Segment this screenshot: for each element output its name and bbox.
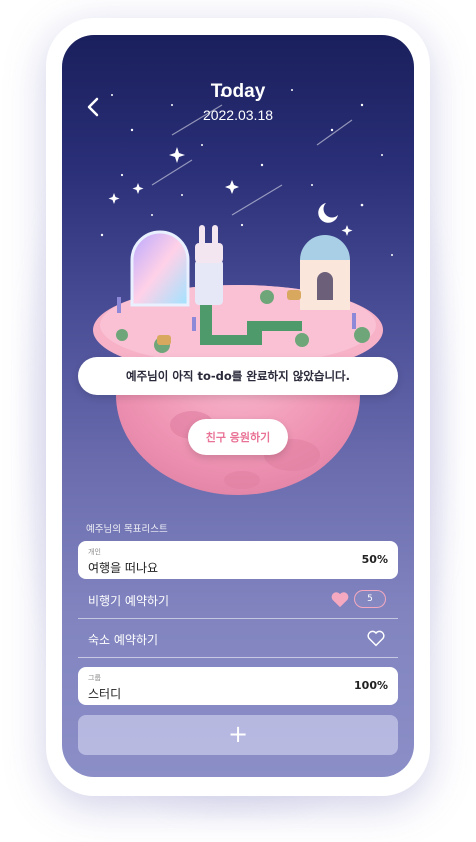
task-label: 비행기 예약하기	[88, 594, 170, 608]
goal-card-personal[interactable]: 개인 여행을 떠나요 50%	[78, 541, 398, 579]
heart-outline-icon[interactable]	[366, 629, 386, 647]
add-goal-button[interactable]: +	[78, 715, 398, 755]
goal-name: 여행을 떠나요	[88, 561, 159, 575]
goal-card-group[interactable]: 그룹 스터디 100%	[78, 667, 398, 705]
goal-tag: 개인	[88, 548, 101, 556]
goal-list-title: 예주님의 목표리스트	[86, 524, 168, 535]
task-item[interactable]: 숙소 예약하기	[78, 619, 398, 658]
page-date: 2022.03.18	[202, 107, 274, 123]
page-title: Today	[210, 81, 266, 102]
task-item[interactable]: 비행기 예약하기 5	[78, 580, 398, 619]
app-screen: Today 2022.03.18 예주님이 아직 to-do를 완료하지 않았습…	[62, 35, 414, 777]
goal-name: 스터디	[88, 687, 122, 701]
cheer-count-badge: 5	[354, 590, 386, 608]
incomplete-notice: 예주님이 아직 to-do를 완료하지 않았습니다.	[78, 357, 398, 395]
goal-tag: 그룹	[88, 674, 101, 682]
task-label: 숙소 예약하기	[88, 633, 159, 647]
cheer-friend-button[interactable]: 친구 응원하기	[188, 419, 288, 455]
heart-filled-icon[interactable]	[330, 590, 350, 608]
moon-icon	[318, 203, 338, 223]
goal-percent: 100%	[354, 679, 388, 692]
goal-percent: 50%	[361, 553, 388, 566]
